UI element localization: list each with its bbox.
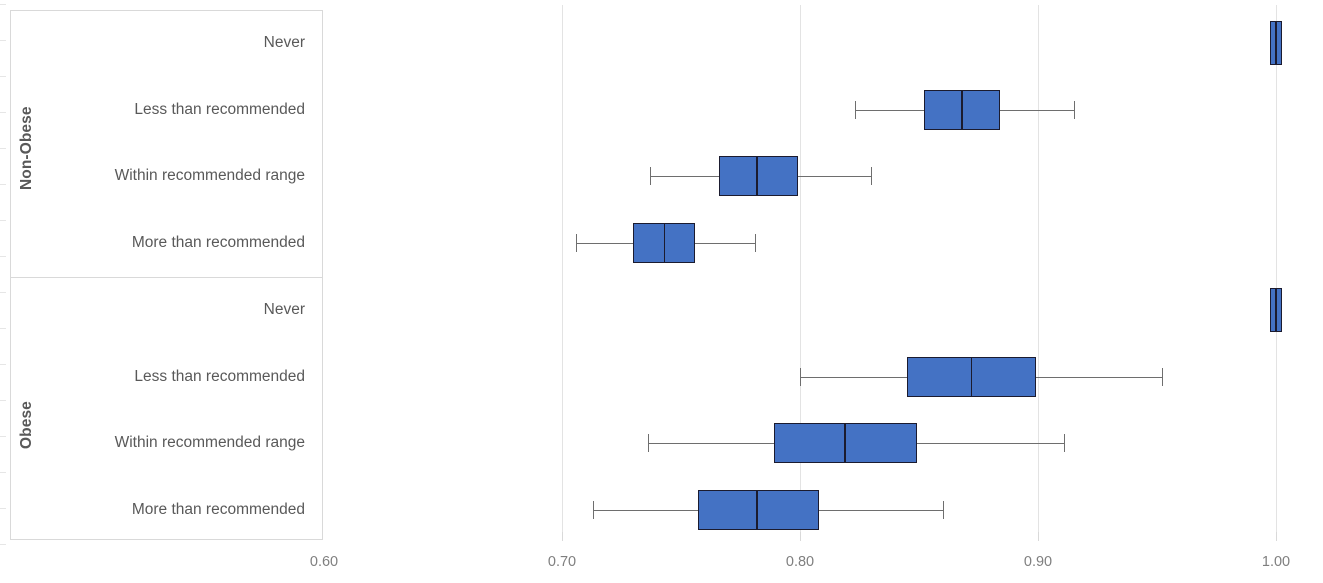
gridline-0.90 [1038,5,1039,540]
edge-mark [0,4,6,5]
whisker-cap-min [854,101,856,119]
median-line [970,357,973,397]
axis-tick-label: 0.70 [547,554,577,570]
box-plot-chart: Non-Obese Obese Never Less than recommend… [0,0,1323,583]
group-title-non-obese: Non-Obese [18,106,35,190]
edge-mark [0,40,6,41]
whisker-cap-max [942,501,944,519]
whisker-cap-min [800,368,801,386]
edge-mark [0,148,6,149]
category-label: Within recommended range [114,167,305,184]
group-title-obese: Obese [18,401,35,449]
edge-mark [0,292,6,293]
whisker-cap-min [592,501,594,519]
axis-tick-0.80 [800,532,801,541]
gridline-0.70 [562,5,563,540]
whisker-cap-max [754,234,756,252]
edge-mark [0,364,6,365]
edge-mark [0,436,6,437]
edge-mark [0,400,6,401]
category-label: More than recommended [131,234,305,251]
whisker-cap-max [871,167,873,185]
edge-mark [0,184,6,185]
whisker-cap-max [1073,101,1075,119]
axis-tick-label: 0.80 [785,554,815,570]
category-label-panel [10,10,323,540]
whisker-cap-max [1161,368,1163,386]
median-line [756,156,758,196]
box-plot-box [697,490,820,530]
edge-mark [0,508,6,509]
edge-mark [0,328,6,329]
axis-tick-0.70 [562,532,563,541]
group-divider [10,277,323,278]
category-label: Less than recommended [134,368,305,385]
edge-mark [0,76,6,77]
category-label: Never [263,34,305,51]
whisker-cap-min [647,434,649,452]
axis-tick-label: 0.90 [1023,554,1053,570]
whisker-cap-min [650,167,652,185]
axis-tick-label: 0.60 [309,554,339,570]
edge-mark [0,256,6,257]
median-line [756,490,758,530]
edge-mark [0,112,6,113]
median-line [1275,21,1277,65]
gridline-1.00 [1276,5,1277,540]
edge-mark [0,220,6,221]
category-label: Less than recommended [134,101,305,118]
axis-tick-0.90 [1038,532,1039,541]
median-line [1275,288,1277,332]
whisker-cap-max [1064,434,1066,452]
axis-tick-1.00 [1276,532,1277,541]
median-line [663,223,666,263]
plot-area [323,0,1323,540]
median-line [961,90,963,130]
category-label: More than recommended [131,501,305,518]
median-line [844,423,846,463]
category-label: Never [263,301,305,318]
category-label: Within recommended range [114,434,305,451]
whisker-cap-min [576,234,578,252]
box-plot-box [719,156,798,196]
edge-mark [0,472,6,473]
axis-tick-label: 1.00 [1261,554,1291,570]
edge-mark [0,544,6,545]
